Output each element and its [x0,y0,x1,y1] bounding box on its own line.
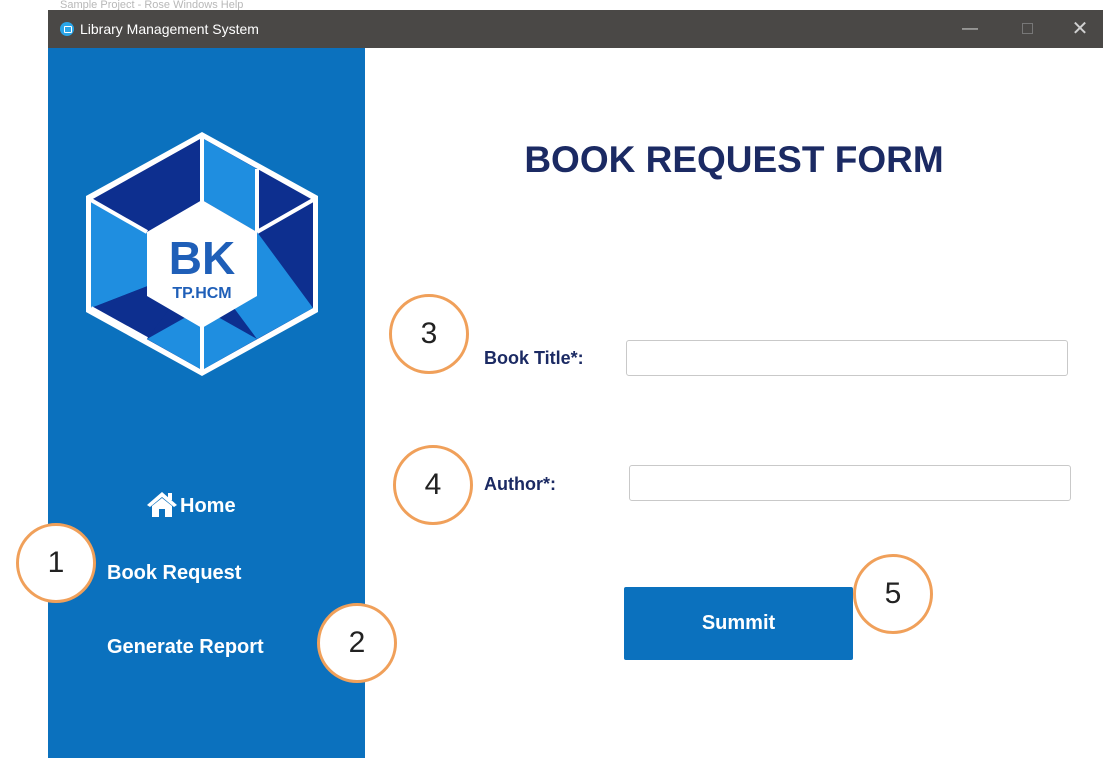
book-title-input[interactable] [626,340,1068,376]
annotation-marker-5: 5 [853,554,933,634]
home-icon [147,492,177,517]
sidebar-item-book-request[interactable]: Book Request [107,561,241,585]
window-titlebar[interactable]: Library Management System — ✕ [48,10,1103,48]
book-title-label: Book Title*: [484,348,584,368]
author-label: Author*: [484,474,556,494]
maximize-button[interactable] [1004,10,1050,48]
background-window-title: Sample Project - Rose Windows Help [60,0,244,10]
page-title: BOOK REQUEST FORM [524,139,944,180]
close-button[interactable]: ✕ [1057,10,1103,48]
annotation-marker-1: 1 [16,523,96,603]
minimize-button[interactable]: — [947,10,993,48]
logo-subtitle: TP.HCM [172,285,231,302]
annotation-marker-3: 3 [389,294,469,374]
sidebar-item-home[interactable]: Home [146,490,236,518]
sidebar-item-generate-report[interactable]: Generate Report [107,635,264,659]
annotation-marker-2: 2 [317,603,397,683]
maximize-icon [1021,23,1033,35]
author-input[interactable] [629,465,1071,501]
submit-button[interactable]: Summit [624,587,853,660]
university-logo: BK TP.HCM [86,132,318,376]
annotation-marker-4: 4 [393,445,473,525]
window-title: Library Management System [80,21,259,37]
sidebar-item-label: Home [180,495,236,517]
app-icon [60,22,74,36]
logo-letters: BK [169,232,235,284]
